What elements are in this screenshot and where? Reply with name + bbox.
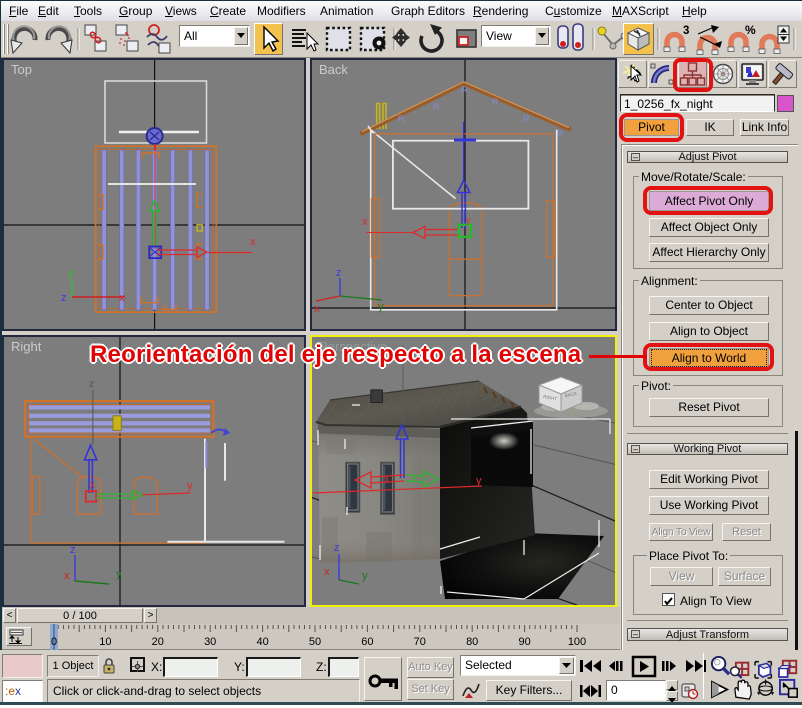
svg-text:y: y xyxy=(116,568,122,580)
svg-text:z: z xyxy=(89,379,94,390)
svg-text:80: 80 xyxy=(466,636,478,648)
svg-text:z: z xyxy=(334,542,340,554)
svg-text:60: 60 xyxy=(361,636,373,648)
svg-text:x: x xyxy=(250,236,256,248)
svg-text:R: R xyxy=(523,114,530,124)
svg-text:y: y xyxy=(476,475,482,487)
svg-text:z: z xyxy=(336,267,342,279)
svg-text:x: x xyxy=(90,480,95,491)
svg-text:y: y xyxy=(187,480,193,492)
svg-text:x: x xyxy=(119,292,125,304)
svg-text:20: 20 xyxy=(152,636,164,648)
svg-text:y: y xyxy=(466,215,471,225)
svg-text:z: z xyxy=(70,544,76,556)
svg-text:z: z xyxy=(61,292,67,304)
svg-text:30: 30 xyxy=(204,636,216,648)
svg-text:R: R xyxy=(433,102,440,112)
svg-text:R: R xyxy=(492,97,499,107)
svg-text:y: y xyxy=(68,267,74,279)
svg-text:100: 100 xyxy=(568,636,586,648)
svg-text:40: 40 xyxy=(256,636,268,648)
svg-text:R: R xyxy=(557,129,564,139)
svg-text:x: x xyxy=(324,566,330,578)
svg-text:x: x xyxy=(314,303,320,315)
svg-text:y: y xyxy=(378,301,384,313)
svg-text:R: R xyxy=(398,114,405,124)
svg-text:50: 50 xyxy=(309,636,321,648)
svg-text:x: x xyxy=(64,570,70,582)
svg-text:70: 70 xyxy=(414,636,426,648)
svg-text:%: % xyxy=(745,23,756,37)
svg-text:0: 0 xyxy=(51,636,57,648)
svg-text:x: x xyxy=(362,216,368,228)
svg-text:3: 3 xyxy=(683,25,689,37)
svg-text:R: R xyxy=(461,85,468,95)
svg-text:y: y xyxy=(362,570,368,582)
svg-text:90: 90 xyxy=(518,636,530,648)
svg-text:10: 10 xyxy=(99,636,111,648)
